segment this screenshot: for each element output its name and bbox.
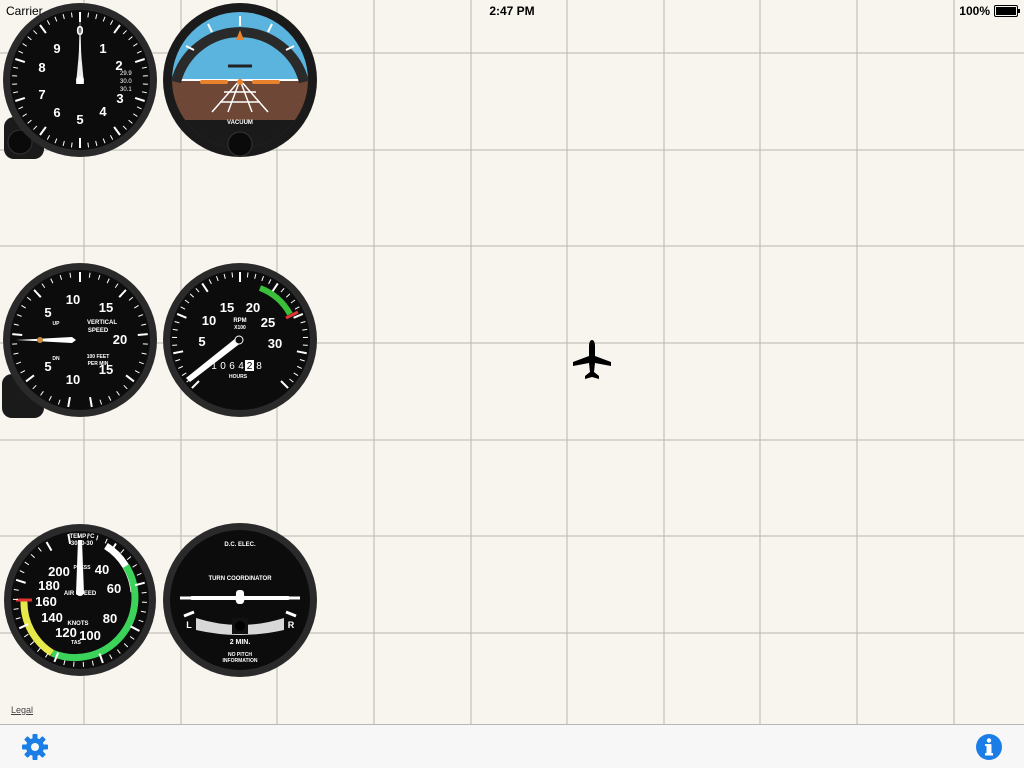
tach-num-20: 20 (246, 300, 260, 315)
tick-mark (141, 591, 147, 594)
attitude-label: VACUUM (227, 120, 253, 126)
asi-num-200: 200 (48, 564, 70, 579)
odo-d2: 0 (220, 361, 226, 372)
airspeed-gauge[interactable]: 40 60 80 100 120 140 160 180 200 TEMP °C… (2, 522, 158, 678)
tick-mark (137, 333, 148, 336)
legal-link[interactable]: Legal (11, 705, 33, 715)
odo-d4: 4 (238, 361, 244, 372)
tick-mark (246, 272, 249, 278)
vsi-sub-2: PER MIN (88, 361, 109, 367)
alt-num-5: 5 (76, 112, 83, 127)
attitude-indicator-gauge[interactable]: VACUUM (162, 2, 320, 160)
tachometer-gauge[interactable]: 5 10 15 20 25 30 RPM X100 HOURS 1 0 6 4 … (162, 262, 320, 420)
alt-num-4: 4 (99, 104, 107, 119)
vsi-title-1: VERTICAL (87, 320, 117, 326)
odo-d5: 2 (247, 361, 253, 372)
tach-x100: X100 (234, 325, 246, 331)
tc-right: R (288, 620, 295, 630)
vsi-sub-1: 100 FEET (87, 354, 110, 360)
vsi-num-up10: 10 (66, 292, 80, 307)
vsi-up: UP (53, 321, 61, 327)
kollsman-3: 30.1 (120, 87, 132, 93)
alt-num-7: 7 (38, 87, 45, 102)
asi-num-80: 80 (103, 611, 117, 626)
gear-icon[interactable] (20, 732, 50, 762)
odo-d6: 8 (256, 361, 262, 372)
asi-num-160: 160 (35, 594, 57, 609)
alt-num-3: 3 (116, 91, 123, 106)
tach-hours: HOURS (229, 374, 248, 380)
status-time: 2:47 PM (489, 4, 535, 18)
kollsman-1: 29.9 (120, 71, 132, 77)
status-bar: Carrier 2:47 PM 100% (0, 0, 1024, 22)
tach-num-10: 10 (202, 313, 216, 328)
turn-coordinator-gauge[interactable]: D.C. ELEC. TURN COORDINATOR 2 MIN. NO PI… (162, 522, 318, 680)
tc-dc-elec: D.C. ELEC. (224, 542, 256, 548)
asi-num-140: 140 (41, 610, 63, 625)
vsi-num-up15: 15 (99, 300, 113, 315)
tick-mark (13, 608, 19, 610)
vsi-title-2: SPEED (88, 328, 109, 334)
vsi-dn: DN (52, 356, 60, 362)
tc-2min: 2 MIN. (230, 639, 251, 646)
odo-d3: 6 (229, 361, 235, 372)
vsi-num-20: 20 (113, 332, 127, 347)
asi-num-120: 120 (55, 625, 77, 640)
tach-num-30: 30 (268, 336, 282, 351)
tc-left: L (186, 620, 192, 630)
alt-num-9: 9 (53, 41, 60, 56)
altimeter-gauge[interactable]: 0 1 2 3 4 5 6 7 8 9 29.9 30.0 30.1 (2, 2, 160, 162)
asi-num-60: 60 (107, 581, 121, 596)
tach-num-5: 5 (198, 334, 205, 349)
vsi-num-dn10: 10 (66, 372, 80, 387)
asi-num-40: 40 (95, 562, 109, 577)
info-icon[interactable] (974, 732, 1004, 762)
battery-percent: 100% (959, 4, 990, 18)
asi-knots: KNOTS (68, 621, 89, 627)
alt-num-8: 8 (38, 60, 45, 75)
vsi-num-dn5: 5 (44, 359, 51, 374)
asi-temp-scale: 30+0-30 (71, 541, 94, 547)
asi-num-180: 180 (38, 578, 60, 593)
battery-icon (994, 5, 1020, 17)
airplane-icon[interactable] (572, 339, 612, 381)
tick-mark (70, 142, 73, 148)
tick-mark (87, 142, 90, 148)
kollsman-2: 30.0 (120, 79, 132, 85)
asi-num-100: 100 (79, 628, 101, 643)
asi-tas: TAS (71, 640, 81, 646)
vertical-speed-gauge[interactable]: 5 10 15 20 15 10 5 VERTICAL SPEED 100 FE… (0, 262, 160, 420)
bottom-toolbar (0, 724, 1024, 768)
tach-num-15: 15 (220, 300, 234, 315)
tick-mark (12, 333, 23, 336)
alt-num-6: 6 (53, 105, 60, 120)
tc-title: TURN COORDINATOR (208, 576, 272, 582)
alt-num-1: 1 (99, 41, 106, 56)
tach-rpm: RPM (233, 318, 246, 324)
tick-mark (231, 272, 234, 278)
tach-num-25: 25 (261, 315, 275, 330)
tc-note-2: INFORMATION (223, 658, 258, 664)
asi-temp: TEMP °C (70, 534, 96, 540)
vsi-num-up5: 5 (44, 305, 51, 320)
